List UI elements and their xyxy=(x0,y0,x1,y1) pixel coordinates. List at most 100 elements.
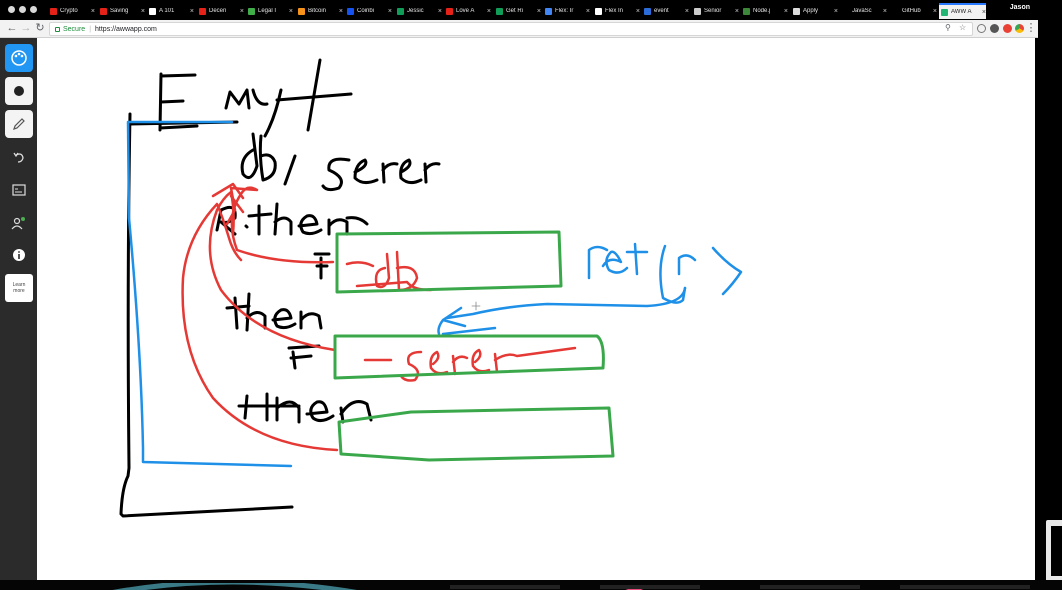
browser-tab[interactable]: Decen × xyxy=(197,3,244,19)
close-tab-icon[interactable]: × xyxy=(834,8,838,15)
tab-title: Get Ri xyxy=(506,8,524,14)
close-tab-icon[interactable]: × xyxy=(339,8,343,15)
tab-title: JavaSc xyxy=(852,8,872,14)
brush-dot-icon[interactable] xyxy=(5,77,33,105)
close-tab-icon[interactable]: × xyxy=(586,8,590,15)
browser-tab[interactable]: GitHub × xyxy=(890,3,937,19)
browser-tab[interactable]: Flex In × xyxy=(593,3,640,19)
handwriting-F-1 xyxy=(313,252,331,280)
green-box-2 xyxy=(333,334,605,380)
tab-title: Senior xyxy=(704,8,722,14)
favicon-icon xyxy=(248,7,255,15)
extension-icon[interactable] xyxy=(977,24,986,33)
browser-tab[interactable]: Senior × xyxy=(692,3,739,19)
navigation-bar: ← → ↻ Secure | https://awwapp.com ⚲ ☆ ⋮ xyxy=(0,20,1038,38)
url-text[interactable]: https://awwapp.com xyxy=(95,26,157,33)
reload-icon[interactable]: ↻ xyxy=(34,22,46,34)
browser-tab[interactable]: JavaSc × xyxy=(840,3,887,19)
close-tab-icon[interactable]: × xyxy=(438,8,442,15)
tab-title: Flex In xyxy=(605,8,624,14)
drawing-layer xyxy=(119,58,743,518)
secure-label: Secure xyxy=(63,25,86,33)
close-tab-icon[interactable]: × xyxy=(982,9,986,16)
back-icon[interactable]: ← xyxy=(6,22,18,34)
tab-strip: Crypto × Saving × A 101 × Decen × Legal I × Bitcoi… xyxy=(0,0,1062,20)
browser-tab[interactable]: Crypto × xyxy=(48,3,95,19)
extension-icon[interactable] xyxy=(990,24,999,33)
search-icon[interactable]: ⚲ xyxy=(945,23,951,32)
bookmark-star-icon[interactable]: ☆ xyxy=(959,23,966,32)
handwriting-r xyxy=(677,246,743,296)
undo-icon[interactable] xyxy=(5,143,33,171)
close-tab-icon[interactable]: × xyxy=(487,8,491,15)
info-icon[interactable] xyxy=(5,241,33,269)
board-icon[interactable] xyxy=(5,176,33,204)
forward-icon[interactable]: → xyxy=(20,22,32,34)
red-loop-middle xyxy=(208,190,337,352)
browser-tab[interactable]: Bitcoin × xyxy=(296,3,343,19)
close-tab-icon[interactable]: × xyxy=(685,8,689,15)
extension-icon[interactable] xyxy=(1003,24,1012,33)
browser-tab[interactable]: Get Ri × xyxy=(494,3,541,19)
close-tab-icon[interactable]: × xyxy=(784,8,788,15)
close-tab-icon[interactable]: × xyxy=(190,8,194,15)
favicon-icon xyxy=(100,7,107,15)
close-tab-icon[interactable]: × xyxy=(289,8,293,15)
users-icon[interactable] xyxy=(5,209,33,237)
browser-tab[interactable]: A 101 × xyxy=(147,3,194,19)
chrome-icon[interactable] xyxy=(1015,24,1024,33)
close-tab-icon[interactable]: × xyxy=(91,8,95,15)
close-window-icon[interactable] xyxy=(8,6,15,13)
tab-title: A 101 xyxy=(159,8,175,14)
video-overlay-strip xyxy=(0,580,1062,590)
browser-tab[interactable]: Love A × xyxy=(444,3,491,19)
close-tab-icon[interactable]: × xyxy=(933,8,937,15)
browser-tab[interactable]: event × xyxy=(642,3,689,19)
browser-tab[interactable]: Saving × xyxy=(98,3,145,19)
zoom-window-icon[interactable] xyxy=(30,6,37,13)
palette-icon[interactable] xyxy=(5,44,33,72)
tab-title: Flex: Ir xyxy=(555,8,574,14)
address-bar[interactable]: Secure | https://awwapp.com xyxy=(49,22,973,36)
tab-title: Apply xyxy=(803,8,819,14)
favicon-icon xyxy=(397,7,404,15)
menu-icon[interactable]: ⋮ xyxy=(1025,22,1037,34)
favicon-icon xyxy=(595,7,602,15)
pencil-icon[interactable] xyxy=(5,110,33,138)
minimize-window-icon[interactable] xyxy=(19,6,26,13)
close-tab-icon[interactable]: × xyxy=(636,8,640,15)
close-tab-icon[interactable]: × xyxy=(883,8,887,15)
browser-tab[interactable]: Node.j × xyxy=(741,3,788,19)
url-separator: | xyxy=(89,25,92,33)
browser-tab[interactable]: Coinbi × xyxy=(345,3,392,19)
learn-more-button[interactable]: Learn more xyxy=(5,274,33,302)
red-underline-1 xyxy=(345,261,375,268)
tab-title: Legal I xyxy=(258,8,277,14)
handwriting-M xyxy=(224,88,251,110)
handwriting-dot xyxy=(244,224,249,229)
lock-icon xyxy=(55,26,60,32)
close-tab-icon[interactable]: × xyxy=(388,8,392,15)
favicon-icon xyxy=(842,7,849,15)
whiteboard-canvas[interactable] xyxy=(37,38,1035,580)
tab-title: Jessic xyxy=(407,8,424,14)
browser-tab[interactable]: Jessic × xyxy=(395,3,442,19)
browser-tab[interactable]: AWW A × xyxy=(939,3,986,19)
close-tab-icon[interactable]: × xyxy=(240,8,244,15)
favicon-icon xyxy=(793,7,800,15)
blue-arrow-line xyxy=(445,286,687,320)
browser-tab[interactable]: Legal I × xyxy=(246,3,293,19)
tab-title: Crypto xyxy=(60,8,78,14)
handwriting-ret xyxy=(587,242,649,280)
favicon-icon xyxy=(446,7,453,15)
close-tab-icon[interactable]: × xyxy=(141,8,145,15)
handwriting-then-1 xyxy=(247,202,369,236)
profile-name[interactable]: Jason xyxy=(1010,4,1030,11)
green-box-3 xyxy=(337,406,615,462)
close-tab-icon[interactable]: × xyxy=(537,8,541,15)
browser-tab[interactable]: Apply × xyxy=(791,3,838,19)
browser-tab[interactable]: Flex: Ir × xyxy=(543,3,590,19)
blue-arrow-tick xyxy=(441,326,497,336)
close-tab-icon[interactable]: × xyxy=(735,8,739,15)
black-bracket-stroke xyxy=(119,112,294,518)
